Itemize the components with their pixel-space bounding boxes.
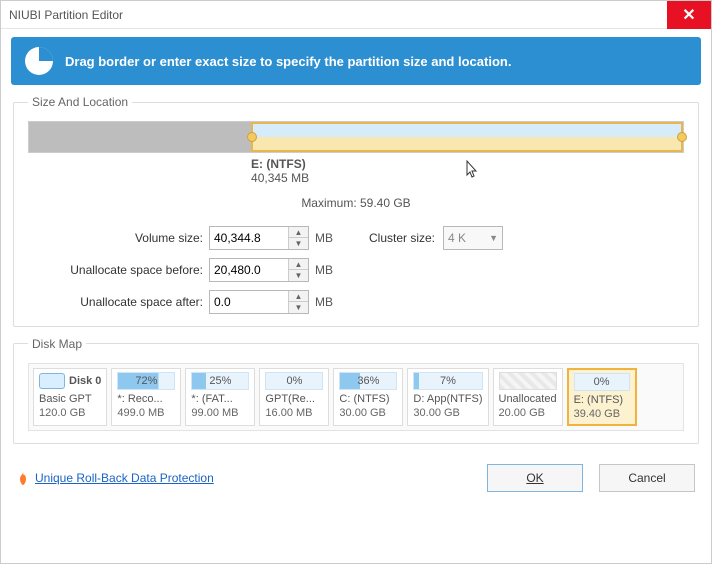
unalloc-after-field[interactable]	[210, 291, 288, 313]
disk-tile-size: 20.00 GB	[499, 406, 557, 420]
unit-mb-1: MB	[315, 231, 333, 245]
disk-tile-size: 16.00 MB	[265, 406, 323, 420]
disk-tile-name: D: App(NTFS)	[413, 392, 482, 406]
cancel-button[interactable]: Cancel	[599, 464, 695, 492]
disk-tile-part-2[interactable]: 0% GPT(Re...16.00 MB	[259, 368, 329, 427]
disk-tile-part-6[interactable]: 0% E: (NTFS)39.40 GB	[567, 368, 637, 427]
slider-before[interactable]	[29, 122, 251, 152]
titlebar: NIUBI Partition Editor ✕	[1, 1, 711, 29]
disk-tile-part-1[interactable]: 25% *: (FAT...99.00 MB	[185, 368, 255, 427]
disk-tile-size: 99.00 MB	[191, 406, 249, 420]
slider-partition[interactable]	[251, 122, 683, 152]
cluster-size-value: 4 K	[448, 231, 466, 245]
disk-tile-name: C: (NTFS)	[339, 392, 397, 406]
disk-tile-pct: 0%	[265, 372, 323, 390]
disk-tile-size: 30.00 GB	[339, 406, 397, 420]
disk-tile-pct: 25%	[191, 372, 249, 390]
unit-mb-2: MB	[315, 263, 333, 277]
row-unalloc-after: Unallocate space after: ▲ ▼ MB	[28, 290, 684, 314]
disk-map-legend: Disk Map	[28, 337, 86, 351]
disk-tile-pct: 36%	[339, 372, 397, 390]
disk-tile-name: GPT(Re...	[265, 392, 323, 406]
disk-tile-part-5[interactable]: Unallocated20.00 GB	[493, 368, 563, 427]
disk-tile-name: E: (NTFS)	[574, 393, 630, 407]
pointer-cursor-icon	[461, 159, 481, 183]
unalloc-after-input[interactable]: ▲ ▼	[209, 290, 309, 314]
disk-map-row: Disk 0 Basic GPT 120.0 GB 72% *: Reco...4…	[28, 363, 684, 432]
volume-size-up[interactable]: ▲	[289, 227, 308, 239]
row-unalloc-before: Unallocate space before: ▲ ▼ MB	[28, 258, 684, 282]
label-cluster-size: Cluster size:	[369, 231, 435, 245]
disk-tile-name: *: Reco...	[117, 392, 175, 406]
disk-tile-pct: 72%	[117, 372, 175, 390]
slider-partition-label: E: (NTFS) 40,345 MB	[251, 157, 309, 186]
disk-tile-pct: 7%	[413, 372, 482, 390]
rollback-link-area[interactable]: Unique Roll-Back Data Protection	[17, 471, 214, 485]
partition-name: E: (NTFS)	[251, 157, 309, 171]
label-unalloc-before: Unallocate space before:	[28, 263, 203, 277]
disk-tile-part-4[interactable]: 7% D: App(NTFS)30.00 GB	[407, 368, 488, 427]
banner: Drag border or enter exact size to speci…	[11, 37, 701, 85]
unit-mb-3: MB	[315, 295, 333, 309]
disk-tile-pct: 0%	[574, 373, 630, 391]
label-unalloc-after: Unallocate space after:	[28, 295, 203, 309]
disk-type: Basic GPT	[39, 392, 101, 406]
disk-tile-size: 39.40 GB	[574, 407, 630, 421]
disk-map-group: Disk Map Disk 0 Basic GPT 120.0 GB 72% *:…	[13, 337, 699, 445]
slider-handle-left[interactable]	[247, 132, 257, 142]
volume-size-input[interactable]: ▲ ▼	[209, 226, 309, 250]
unalloc-before-field[interactable]	[210, 259, 288, 281]
flame-icon	[17, 471, 29, 485]
ok-button-label: OK	[526, 471, 543, 485]
banner-text: Drag border or enter exact size to speci…	[65, 54, 511, 69]
maximum-label: Maximum: 59.40 GB	[28, 196, 684, 210]
volume-size-field[interactable]	[210, 227, 288, 249]
partition-slider[interactable]	[28, 121, 684, 153]
size-location-group: Size And Location E: (NTFS) 40,345 MB Ma…	[13, 95, 699, 327]
disk-icon	[39, 373, 65, 389]
unalloc-after-down[interactable]: ▼	[289, 302, 308, 313]
close-button[interactable]: ✕	[667, 1, 711, 29]
disk-tile-name: Unallocated	[499, 392, 557, 406]
unalloc-before-down[interactable]: ▼	[289, 270, 308, 281]
disk-size: 120.0 GB	[39, 406, 101, 420]
disk-name: Disk 0	[69, 374, 101, 388]
label-volume-size: Volume size:	[28, 231, 203, 245]
partition-size: 40,345 MB	[251, 171, 309, 185]
ok-button[interactable]: OK	[487, 464, 583, 492]
slider-label-row: E: (NTFS) 40,345 MB	[28, 157, 684, 186]
disk-tile-name: *: (FAT...	[191, 392, 249, 406]
disk-tile-part-3[interactable]: 36% C: (NTFS)30.00 GB	[333, 368, 403, 427]
cluster-size-dropdown[interactable]: 4 K ▼	[443, 226, 503, 250]
unalloc-before-input[interactable]: ▲ ▼	[209, 258, 309, 282]
disk-tile-size: 30.00 GB	[413, 406, 482, 420]
row-volume-size: Volume size: ▲ ▼ MB Cluster size: 4 K ▼	[28, 226, 684, 250]
window-title: NIUBI Partition Editor	[9, 8, 123, 22]
pie-icon	[25, 47, 53, 75]
footer: Unique Roll-Back Data Protection OK Canc…	[1, 454, 711, 506]
size-location-legend: Size And Location	[28, 95, 132, 109]
unalloc-before-up[interactable]: ▲	[289, 259, 308, 271]
close-icon: ✕	[682, 5, 695, 25]
chevron-down-icon: ▼	[489, 233, 498, 243]
volume-size-down[interactable]: ▼	[289, 238, 308, 249]
rollback-link[interactable]: Unique Roll-Back Data Protection	[35, 471, 214, 485]
disk-tile-pct	[499, 372, 557, 390]
disk-tile-disk0[interactable]: Disk 0 Basic GPT 120.0 GB	[33, 368, 107, 427]
cancel-button-label: Cancel	[628, 471, 665, 485]
unalloc-after-up[interactable]: ▲	[289, 291, 308, 303]
slider-handle-right[interactable]	[677, 132, 687, 142]
disk-tile-part-0[interactable]: 72% *: Reco...499.0 MB	[111, 368, 181, 427]
disk-tile-size: 499.0 MB	[117, 406, 175, 420]
